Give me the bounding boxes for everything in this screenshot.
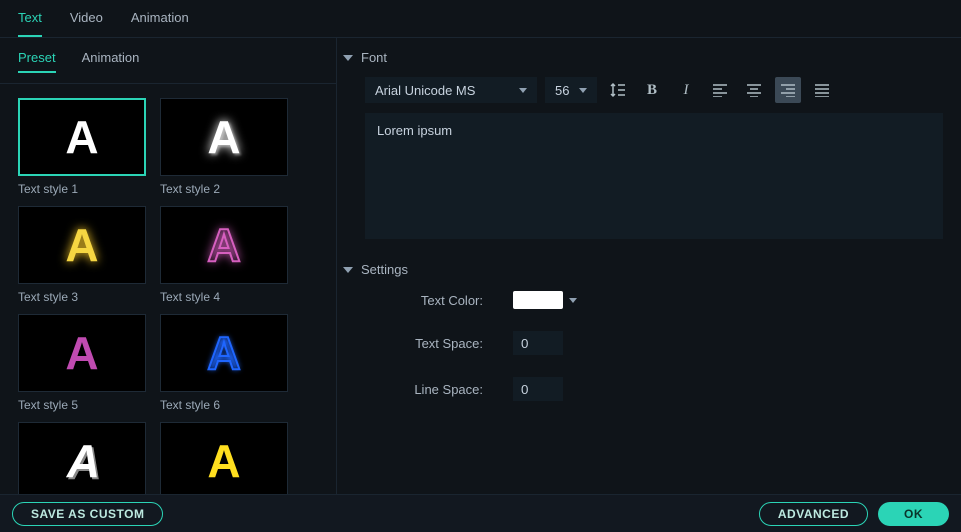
text-content-input[interactable] — [365, 113, 943, 239]
text-color-label: Text Color: — [403, 293, 483, 308]
font-toolbar: Arial Unicode MS 56 B I — [343, 71, 947, 113]
sub-tabs: Preset Animation — [0, 38, 336, 84]
preset-thumb: A — [160, 98, 288, 176]
align-right-icon — [780, 83, 796, 97]
font-size-value: 56 — [555, 83, 569, 98]
preset-label: Text style 1 — [18, 182, 146, 196]
preset-thumb: A — [160, 206, 288, 284]
body: Preset Animation A Text style 1 A Text s… — [0, 38, 961, 494]
line-height-icon — [610, 82, 626, 98]
chevron-down-icon — [579, 88, 587, 93]
font-size-select[interactable]: 56 — [545, 77, 597, 103]
chevron-down-icon — [519, 88, 527, 93]
preset-thumb: A — [160, 422, 288, 494]
align-justify-icon — [814, 83, 830, 97]
section-header-font[interactable]: Font — [343, 44, 947, 71]
chevron-down-icon — [343, 267, 353, 273]
bold-button[interactable]: B — [639, 77, 665, 103]
section-title-settings: Settings — [361, 262, 408, 277]
italic-button[interactable]: I — [673, 77, 699, 103]
text-color-picker[interactable] — [513, 291, 577, 309]
section-settings: Settings Text Color: Text Space: Line Sp… — [343, 256, 947, 401]
setting-row-text-space: Text Space: — [403, 331, 947, 355]
section-header-settings[interactable]: Settings — [343, 256, 947, 283]
save-as-custom-button[interactable]: SAVE AS CUSTOM — [12, 502, 163, 526]
tab-video[interactable]: Video — [70, 10, 103, 37]
chevron-down-icon — [343, 55, 353, 61]
preset-item-4[interactable]: A Text style 4 — [160, 206, 288, 304]
bold-icon: B — [647, 82, 657, 99]
preset-thumb: A — [18, 314, 146, 392]
preset-label: Text style 5 — [18, 398, 146, 412]
footer: SAVE AS CUSTOM ADVANCED OK — [0, 494, 961, 532]
text-space-label: Text Space: — [403, 336, 483, 351]
color-swatch — [513, 291, 563, 309]
setting-row-text-color: Text Color: — [403, 291, 947, 309]
line-space-input[interactable] — [513, 377, 563, 401]
preset-item-3[interactable]: A Text style 3 — [18, 206, 146, 304]
preset-label: Text style 3 — [18, 290, 146, 304]
chevron-down-icon — [569, 298, 577, 303]
preset-label: Text style 4 — [160, 290, 288, 304]
preset-grid[interactable]: A Text style 1 A Text style 2 A Text sty… — [0, 84, 336, 494]
preset-item-8[interactable]: A Text style 8 — [160, 422, 288, 494]
left-panel: Preset Animation A Text style 1 A Text s… — [0, 38, 337, 494]
main-tabs: Text Video Animation — [0, 0, 961, 38]
font-family-value: Arial Unicode MS — [375, 83, 475, 98]
settings-body: Text Color: Text Space: Line Space: — [343, 283, 947, 401]
preset-thumb: A — [160, 314, 288, 392]
tab-text[interactable]: Text — [18, 10, 42, 37]
preset-item-7[interactable]: A Text style 7 — [18, 422, 146, 494]
font-family-select[interactable]: Arial Unicode MS — [365, 77, 537, 103]
preset-thumb: A — [18, 422, 146, 494]
tab-animation[interactable]: Animation — [131, 10, 189, 37]
align-justify-button[interactable] — [809, 77, 835, 103]
align-right-button[interactable] — [775, 77, 801, 103]
align-left-button[interactable] — [707, 77, 733, 103]
preset-item-2[interactable]: A Text style 2 — [160, 98, 288, 196]
align-center-button[interactable] — [741, 77, 767, 103]
preset-thumb: A — [18, 206, 146, 284]
subtab-preset[interactable]: Preset — [18, 50, 56, 73]
setting-row-line-space: Line Space: — [403, 377, 947, 401]
preset-label: Text style 6 — [160, 398, 288, 412]
preset-label: Text style 2 — [160, 182, 288, 196]
preset-item-5[interactable]: A Text style 5 — [18, 314, 146, 412]
preset-thumb: A — [18, 98, 146, 176]
subtab-animation[interactable]: Animation — [82, 50, 140, 73]
section-title-font: Font — [361, 50, 387, 65]
text-space-input[interactable] — [513, 331, 563, 355]
advanced-button[interactable]: ADVANCED — [759, 502, 868, 526]
italic-icon: I — [684, 82, 689, 99]
right-panel: Font Arial Unicode MS 56 B I — [337, 38, 961, 494]
preset-item-1[interactable]: A Text style 1 — [18, 98, 146, 196]
align-center-icon — [746, 83, 762, 97]
line-space-label: Line Space: — [403, 382, 483, 397]
preset-item-6[interactable]: A Text style 6 — [160, 314, 288, 412]
section-font: Font Arial Unicode MS 56 B I — [343, 44, 947, 242]
align-left-icon — [712, 83, 728, 97]
ok-button[interactable]: OK — [878, 502, 949, 526]
line-height-button[interactable] — [605, 77, 631, 103]
